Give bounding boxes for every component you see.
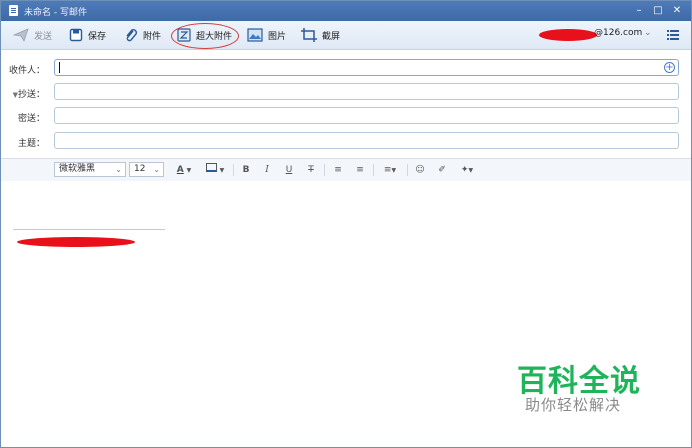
redaction-mark xyxy=(539,29,597,41)
minimize-icon[interactable]: – xyxy=(632,4,646,17)
font-size-select[interactable]: 12 ⌄ xyxy=(129,162,164,177)
close-icon[interactable]: ✕ xyxy=(670,4,684,17)
bcc-input[interactable] xyxy=(54,107,679,124)
to-label: 收件人： xyxy=(8,66,45,76)
cc-input[interactable] xyxy=(54,83,679,100)
divider xyxy=(324,164,325,176)
send-label: 发送 xyxy=(34,31,53,42)
more-tools-button[interactable]: ✦▼ xyxy=(457,163,477,177)
format-toolbar: 微软雅黑 ⌄ 12 ⌄ A ▼ ▼ B I U T ≡ ≡ ≡▼ ☺ ✐ ✦▼ xyxy=(1,158,691,182)
align-button[interactable]: ≡▼ xyxy=(379,163,401,177)
image-button[interactable]: 图片 xyxy=(247,25,286,45)
chevron-down-icon: ⌄ xyxy=(153,165,160,174)
image-label: 图片 xyxy=(268,31,287,42)
paperclip-icon xyxy=(126,29,137,42)
compose-window: 未命名 - 写邮件 – □ ✕ 发送 保存 附件 超大附件 图片 截屏 @126… xyxy=(0,0,692,448)
window-title: 未命名 - 写邮件 xyxy=(24,8,87,18)
highlight-annotation xyxy=(171,23,239,49)
smiley-icon: ☺ xyxy=(415,165,425,175)
redaction-mark xyxy=(17,237,135,247)
emoji-button[interactable]: ☺ xyxy=(413,163,427,177)
send-button[interactable]: 发送 xyxy=(13,25,52,45)
menu-icon xyxy=(667,30,679,40)
account-label: @126.com xyxy=(594,28,643,38)
signature-icon: ✐ xyxy=(438,165,446,175)
divider xyxy=(233,164,234,176)
subject-label: 主题： xyxy=(17,139,45,149)
numbered-list-icon: ≡ xyxy=(356,165,364,175)
screenshot-icon xyxy=(301,28,317,42)
numbered-list-button[interactable]: ≡ xyxy=(353,163,367,177)
send-icon xyxy=(13,28,29,42)
subject-row: 主题： xyxy=(1,130,691,154)
font-size-value: 12 xyxy=(134,164,146,174)
text-caret xyxy=(59,62,60,73)
chevron-down-icon: ⌄ xyxy=(644,28,652,38)
signature-button[interactable]: ✐ xyxy=(435,163,449,177)
subject-input[interactable] xyxy=(54,132,679,149)
bullet-list-icon: ≡ xyxy=(334,165,342,175)
save-icon xyxy=(69,28,83,42)
menu-button[interactable] xyxy=(667,25,679,45)
highlight-color-icon xyxy=(205,163,217,172)
divider xyxy=(407,164,408,176)
add-contact-icon[interactable]: + xyxy=(664,62,675,73)
title-bar: 未命名 - 写邮件 – □ ✕ xyxy=(1,1,691,21)
image-icon xyxy=(247,28,263,42)
highlight-color-button[interactable]: ▼ xyxy=(203,163,227,177)
save-label: 保存 xyxy=(88,31,107,42)
signature-divider xyxy=(13,229,165,230)
strikethrough-button[interactable]: T xyxy=(305,163,317,177)
attach-button[interactable]: 附件 xyxy=(124,25,161,45)
screenshot-button[interactable]: 截屏 xyxy=(301,25,340,45)
attach-label: 附件 xyxy=(143,31,162,42)
to-input[interactable]: + xyxy=(54,59,679,76)
font-color-icon: A xyxy=(176,165,184,175)
to-row: 收件人： + xyxy=(1,57,691,81)
watermark-subtitle: 助你轻松解决 xyxy=(525,396,622,414)
underline-button[interactable]: U xyxy=(283,163,295,177)
font-color-button[interactable]: A ▼ xyxy=(173,163,195,177)
cc-label[interactable]: ▼抄送： xyxy=(13,87,45,100)
italic-button[interactable]: I xyxy=(261,163,273,177)
chevron-down-icon: ⌄ xyxy=(115,165,122,174)
screenshot-label: 截屏 xyxy=(322,31,341,42)
bcc-row: 密送： xyxy=(1,105,691,129)
document-icon xyxy=(9,5,18,16)
maximize-icon[interactable]: □ xyxy=(651,4,665,17)
font-family-value: 微软雅黑 xyxy=(59,164,96,174)
cc-row: ▼抄送： xyxy=(1,81,691,105)
bcc-label: 密送： xyxy=(17,114,45,124)
divider xyxy=(373,164,374,176)
save-button[interactable]: 保存 xyxy=(69,25,106,45)
bullet-list-button[interactable]: ≡ xyxy=(331,163,345,177)
bold-button[interactable]: B xyxy=(240,163,252,177)
font-family-select[interactable]: 微软雅黑 ⌄ xyxy=(54,162,126,177)
